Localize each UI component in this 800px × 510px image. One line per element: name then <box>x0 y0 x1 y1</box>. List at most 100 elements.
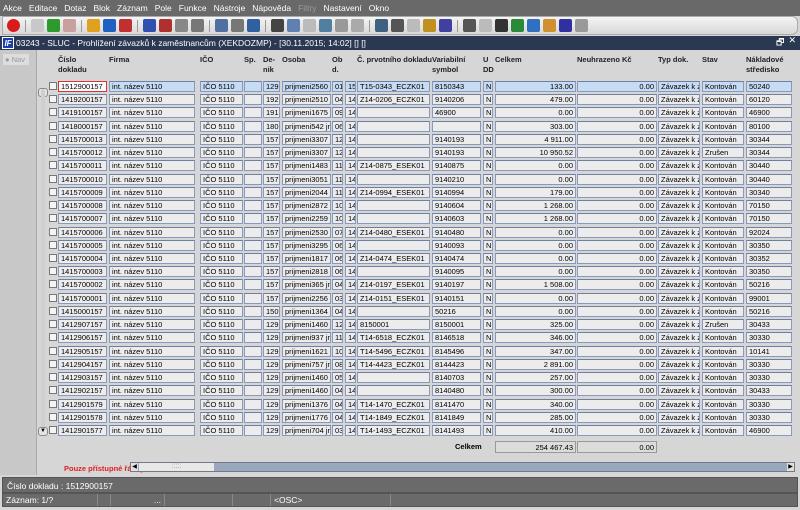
cell-udd[interactable]: N <box>483 160 493 172</box>
cell-typ-dokladu[interactable]: Závazek k z <box>658 239 700 251</box>
info-icon[interactable] <box>575 19 588 32</box>
row-checkbox[interactable] <box>49 240 57 249</box>
cell-variabilni-symbol[interactable]: 8141493 <box>432 424 481 436</box>
cell-neuhrazeno[interactable]: 0.00 <box>577 239 657 251</box>
cell-typ-dokladu[interactable]: Závazek k z <box>658 345 700 357</box>
cell-udd[interactable]: N <box>483 133 493 145</box>
cell-firma[interactable]: int. název 5110 <box>109 226 195 238</box>
cell-cislo-dokladu[interactable]: 1415700003 <box>58 266 107 278</box>
column-header-udd[interactable]: U DD <box>483 55 494 75</box>
cell-neuhrazeno[interactable]: 0.00 <box>577 147 657 159</box>
cell-ico[interactable]: IČO 5110 <box>200 252 243 264</box>
cell-obdobi[interactable]: 04 <box>332 398 343 410</box>
cell-firma[interactable]: int. název 5110 <box>109 120 195 132</box>
cell-prvotni-doklad[interactable] <box>357 385 430 397</box>
cell-udd[interactable]: N <box>483 239 493 251</box>
cell-osoba[interactable]: prijmeni2872 j <box>282 200 331 212</box>
cell-cislo-dokladu[interactable]: 1418000157 <box>58 120 107 132</box>
cell-cislo-dokladu[interactable]: 1415700013 <box>58 133 107 145</box>
cell-osoba[interactable]: prijmeni757 jm <box>282 358 331 370</box>
cell-obdobi[interactable]: 11 <box>332 332 343 344</box>
cell-ico[interactable]: IČO 5110 <box>200 107 243 119</box>
cell-neuhrazeno[interactable]: 0.00 <box>577 424 657 436</box>
cell-udd[interactable]: N <box>483 147 493 159</box>
cell-stav[interactable]: Kontován <box>702 133 744 145</box>
cell-stav[interactable]: Kontován <box>702 411 744 423</box>
cell-obdobi[interactable]: 04 <box>332 94 343 106</box>
cell-neuhrazeno[interactable]: 0.00 <box>577 305 657 317</box>
cell-obdobi[interactable]: 06 <box>332 120 343 132</box>
cell-celkem[interactable]: 1 268.00 <box>495 200 576 212</box>
cell-ico[interactable]: IČO 5110 <box>200 279 243 291</box>
cell-neuhrazeno[interactable]: 0.00 <box>577 200 657 212</box>
cell-typ-dokladu[interactable]: Závazek k z <box>658 120 700 132</box>
cell-firma[interactable]: int. název 5110 <box>109 160 195 172</box>
sort-desc-icon[interactable] <box>159 19 172 32</box>
cell-denik[interactable]: 129 <box>263 319 280 331</box>
cell-prvotni-doklad[interactable]: 8150001 <box>357 319 430 331</box>
cell-nakladove-stredisko[interactable]: 70150 <box>746 200 792 212</box>
cell-celkem[interactable]: 347.00 <box>495 345 576 357</box>
cell-neuhrazeno[interactable]: 0.00 <box>577 226 657 238</box>
cell-rok[interactable]: 14 <box>345 332 356 344</box>
row-checkbox[interactable] <box>49 253 57 262</box>
cell-rok[interactable]: 14 <box>345 173 356 185</box>
cell-udd[interactable]: N <box>483 372 493 384</box>
cell-typ-dokladu[interactable]: Závazek k z <box>658 186 700 198</box>
cell-stav[interactable]: Kontován <box>702 160 744 172</box>
cell-typ-dokladu[interactable]: Závazek k z <box>658 226 700 238</box>
cell-neuhrazeno[interactable]: 0.00 <box>577 292 657 304</box>
cell-rok[interactable]: 14 <box>345 186 356 198</box>
row-checkbox[interactable] <box>49 412 57 421</box>
scroll-right-button[interactable]: ▶ <box>787 463 794 471</box>
cell-stav[interactable]: Zrušen <box>702 147 744 159</box>
cell-rok[interactable]: 14 <box>345 160 356 172</box>
cell-osoba[interactable]: prijmeni2818 j <box>282 266 331 278</box>
cell-ico[interactable]: IČO 5110 <box>200 398 243 410</box>
cell-celkem[interactable]: 4 911.00 <box>495 133 576 145</box>
cell-ico[interactable]: IČO 5110 <box>200 133 243 145</box>
cell-sp[interactable] <box>244 266 262 278</box>
cell-denik[interactable]: 157 <box>263 239 280 251</box>
cell-sp[interactable] <box>244 160 262 172</box>
cell-ico[interactable]: IČO 5110 <box>200 186 243 198</box>
cell-firma[interactable]: int. název 5110 <box>109 133 195 145</box>
cell-ico[interactable]: IČO 5110 <box>200 200 243 212</box>
cell-typ-dokladu[interactable]: Závazek k z <box>658 411 700 423</box>
cell-firma[interactable]: int. název 5110 <box>109 107 195 119</box>
cell-obdobi[interactable]: 06 <box>332 252 343 264</box>
cell-stav[interactable]: Kontován <box>702 358 744 370</box>
cell-prvotni-doklad[interactable]: T14-6518_ECZK01 <box>357 332 430 344</box>
cell-firma[interactable]: int. název 5110 <box>109 279 195 291</box>
cell-obdobi[interactable]: 09 <box>332 107 343 119</box>
paste-icon[interactable] <box>303 19 316 32</box>
cell-nakladove-stredisko[interactable]: 46900 <box>746 424 792 436</box>
cell-firma[interactable]: int. název 5110 <box>109 292 195 304</box>
tools-icon[interactable] <box>423 19 436 32</box>
column-header-variabilni-symbol[interactable]: Variabilní symbol <box>432 55 481 75</box>
cell-variabilni-symbol[interactable]: 8141849 <box>432 411 481 423</box>
cell-nakladove-stredisko[interactable]: 30350 <box>746 266 792 278</box>
row-checkbox[interactable] <box>49 214 57 223</box>
menu-funkce[interactable]: Funkce <box>179 3 207 13</box>
cell-typ-dokladu[interactable]: Závazek k z <box>658 266 700 278</box>
cell-nakladove-stredisko[interactable]: 92024 <box>746 226 792 238</box>
cell-neuhrazeno[interactable]: 0.00 <box>577 411 657 423</box>
cell-osoba[interactable]: prijmeni1364 j <box>282 305 331 317</box>
cell-variabilni-symbol[interactable]: 9140480 <box>432 226 481 238</box>
excel-icon[interactable] <box>511 19 524 32</box>
cell-firma[interactable]: int. název 5110 <box>109 213 195 225</box>
cell-rok[interactable]: 14 <box>345 239 356 251</box>
cell-celkem[interactable]: 285.00 <box>495 411 576 423</box>
cell-prvotni-doklad[interactable] <box>357 147 430 159</box>
cell-udd[interactable]: N <box>483 305 493 317</box>
cell-variabilni-symbol[interactable]: 9140206 <box>432 94 481 106</box>
cell-denik[interactable]: 129 <box>263 81 280 92</box>
row-checkbox[interactable] <box>49 320 57 329</box>
cell-stav[interactable]: Kontován <box>702 120 744 132</box>
cell-cislo-dokladu[interactable]: 1415700008 <box>58 200 107 212</box>
cell-typ-dokladu[interactable]: Závazek k z <box>658 305 700 317</box>
cell-firma[interactable]: int. název 5110 <box>109 424 195 436</box>
menu-editace[interactable]: Editace <box>29 3 57 13</box>
cell-sp[interactable] <box>244 200 262 212</box>
